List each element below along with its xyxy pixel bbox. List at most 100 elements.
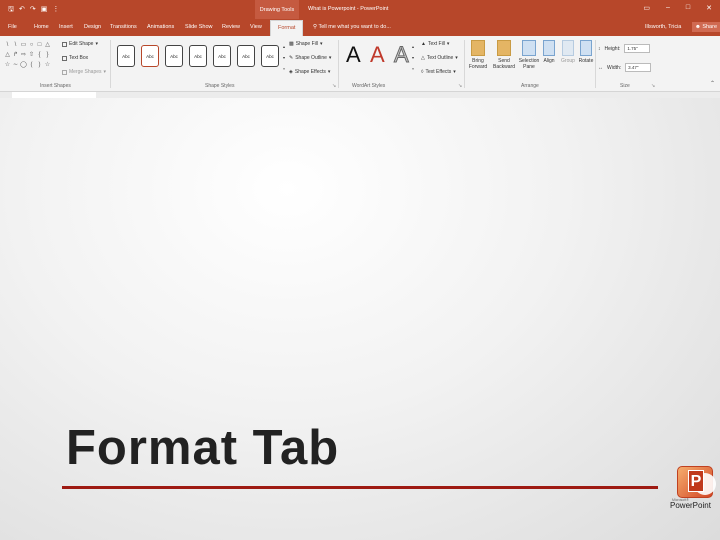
bring-forward-button[interactable]: Bring Forward	[465, 40, 491, 70]
chevron-up-icon[interactable]: ▴	[412, 44, 414, 49]
height-input[interactable]: 1.75"	[624, 44, 651, 53]
bracket-shape-icon[interactable]: (	[28, 61, 35, 70]
chevron-down-icon: ▾	[319, 41, 323, 47]
shape-effects-label: Shape Effects	[294, 69, 326, 75]
shape-style-swatch[interactable]: Abc	[261, 45, 279, 67]
chevron-down-icon: ▾	[446, 41, 450, 47]
tab-format[interactable]: Format	[270, 20, 304, 36]
shape-effects-button[interactable]: ◈ Shape Effects ▾	[289, 69, 330, 75]
send-backward-label: Send Backward	[493, 58, 515, 70]
tab-insert[interactable]: Insert	[59, 24, 73, 30]
bracket-shape-icon[interactable]: {	[36, 51, 43, 60]
shape-style-swatch[interactable]: Abc	[141, 45, 159, 67]
ribbon-format: \ \ ▭ ○ □ △ △ ↱ ⇨ ⇧ { } ☆ ∼ ◯ ( ) ☆ Edit…	[0, 36, 720, 92]
customize-icon[interactable]: ⋮	[52, 6, 59, 13]
text-outline-button[interactable]: △ Text Outline ▾	[421, 55, 458, 61]
bring-forward-label: Bring Forward	[468, 58, 488, 70]
wordart-gallery-scroll[interactable]: ▴ ▾ ▿	[412, 44, 414, 71]
arrow-shape-icon[interactable]: ↱	[12, 51, 19, 60]
tab-home[interactable]: Home	[34, 24, 49, 30]
shape-styles-group-label: Shape Styles	[205, 83, 235, 89]
ribbon-display-icon[interactable]: ▭	[643, 4, 650, 12]
maximize-icon[interactable]: □	[686, 4, 690, 12]
share-button[interactable]: ☻ Share	[692, 22, 720, 32]
star-shape-icon[interactable]: ☆	[4, 61, 11, 70]
rectangle-shape-icon[interactable]: ▭	[20, 41, 27, 50]
width-input[interactable]: 3.47"	[625, 63, 652, 72]
chevron-down-icon: ▾	[103, 69, 107, 75]
triangle-shape-icon[interactable]: △	[44, 41, 51, 50]
chevron-down-icon: ▾	[95, 41, 98, 47]
close-icon[interactable]: ✕	[706, 4, 712, 12]
shape-fill-button[interactable]: ▩ Shape Fill ▾	[289, 41, 322, 47]
more-icon[interactable]: ▿	[412, 66, 414, 71]
shape-style-swatch[interactable]: Abc	[189, 45, 207, 67]
text-effects-button[interactable]: ◊ Text Effects ▾	[421, 69, 456, 75]
merge-shapes-button[interactable]: Merge Shapes ▾	[62, 69, 106, 75]
collapse-ribbon-icon[interactable]: ⌃	[710, 80, 715, 87]
text-outline-icon: △	[421, 55, 425, 61]
present-icon[interactable]: ▣	[41, 6, 48, 13]
chevron-up-icon[interactable]: ▴	[283, 44, 285, 49]
tab-view[interactable]: View	[250, 24, 262, 30]
rotate-button[interactable]: Rotate	[576, 40, 596, 64]
arrow-shape-icon[interactable]: ⇧	[28, 51, 35, 60]
chevron-down-icon: ▾	[328, 55, 332, 61]
shape-style-swatch[interactable]: Abc	[165, 45, 183, 67]
line-shape-icon[interactable]: \	[12, 41, 19, 50]
chevron-down-icon[interactable]: ▾	[283, 55, 285, 60]
dialog-launcher-icon[interactable]: ↘	[458, 83, 462, 89]
curve-shape-icon[interactable]: ∼	[12, 61, 19, 70]
tab-transitions[interactable]: Transitions	[110, 24, 137, 30]
line-shape-icon[interactable]: \	[4, 41, 11, 50]
shape-style-swatch[interactable]: Abc	[237, 45, 255, 67]
shape-style-swatch[interactable]: Abc	[213, 45, 231, 67]
text-effects-label: Text Effects	[425, 69, 452, 75]
edit-shape-button[interactable]: Edit Shape ▾	[62, 41, 98, 47]
rectangle-shape-icon[interactable]: □	[36, 41, 43, 50]
gallery-scroll[interactable]: ▴ ▾ ▿	[283, 44, 285, 71]
bracket-shape-icon[interactable]: )	[36, 61, 43, 70]
chevron-down-icon: ▾	[327, 69, 331, 75]
text-box-button[interactable]: Text Box	[62, 55, 88, 61]
user-account[interactable]: Illsworth, Tricia	[645, 24, 681, 30]
group-separator	[110, 40, 111, 88]
bracket-shape-icon[interactable]: }	[44, 51, 51, 60]
oval-shape-icon[interactable]: ○	[28, 41, 35, 50]
tab-animations[interactable]: Animations	[147, 24, 174, 30]
shape-outline-button[interactable]: ✎ Shape Outline ▾	[289, 55, 331, 61]
rotate-label: Rotate	[578, 58, 594, 64]
shapes-gallery[interactable]: \ \ ▭ ○ □ △ △ ↱ ⇨ ⇧ { } ☆ ∼ ◯ ( ) ☆	[4, 41, 51, 70]
tab-review[interactable]: Review	[222, 24, 240, 30]
more-icon[interactable]: ▿	[283, 66, 285, 71]
text-fill-button[interactable]: ▲ Text Fill ▾	[421, 41, 449, 47]
align-button[interactable]: Align	[538, 40, 560, 64]
minimize-icon[interactable]: –	[666, 4, 670, 12]
powerpoint-logo: P Microsoft® PowerPoint	[669, 466, 719, 512]
undo-icon[interactable]: ↶	[19, 6, 25, 13]
dialog-launcher-icon[interactable]: ↘	[332, 83, 336, 89]
chevron-down-icon[interactable]: ▾	[412, 55, 414, 60]
circle-shape-icon[interactable]: ◯	[20, 61, 27, 70]
selection-pane-icon	[522, 40, 536, 56]
arrow-shape-icon[interactable]: ⇨	[20, 51, 27, 60]
redo-icon[interactable]: ↷	[30, 6, 36, 13]
wordart-style-plain[interactable]: A	[346, 44, 361, 66]
title-underline	[62, 486, 658, 489]
shape-style-swatch[interactable]: Abc	[117, 45, 135, 67]
tab-slide-show[interactable]: Slide Show	[185, 24, 213, 30]
wordart-style-red[interactable]: A	[370, 44, 385, 66]
send-backward-button[interactable]: Send Backward	[491, 40, 517, 70]
group-button[interactable]: Group	[558, 40, 578, 64]
tell-me-search[interactable]: ⚲ Tell me what you want to do...	[313, 24, 391, 30]
save-icon[interactable]: 🖫	[8, 6, 14, 13]
group-separator	[338, 40, 339, 88]
shape-outline-label: Shape Outline	[295, 55, 327, 61]
triangle-shape-icon[interactable]: △	[4, 51, 11, 60]
wordart-style-outline[interactable]: A	[394, 43, 410, 66]
tab-design[interactable]: Design	[84, 24, 101, 30]
width-icon: ↔	[598, 64, 603, 71]
star-shape-icon[interactable]: ☆	[44, 61, 51, 70]
tab-file[interactable]: File	[8, 24, 17, 30]
dialog-launcher-icon[interactable]: ↘	[651, 83, 655, 89]
